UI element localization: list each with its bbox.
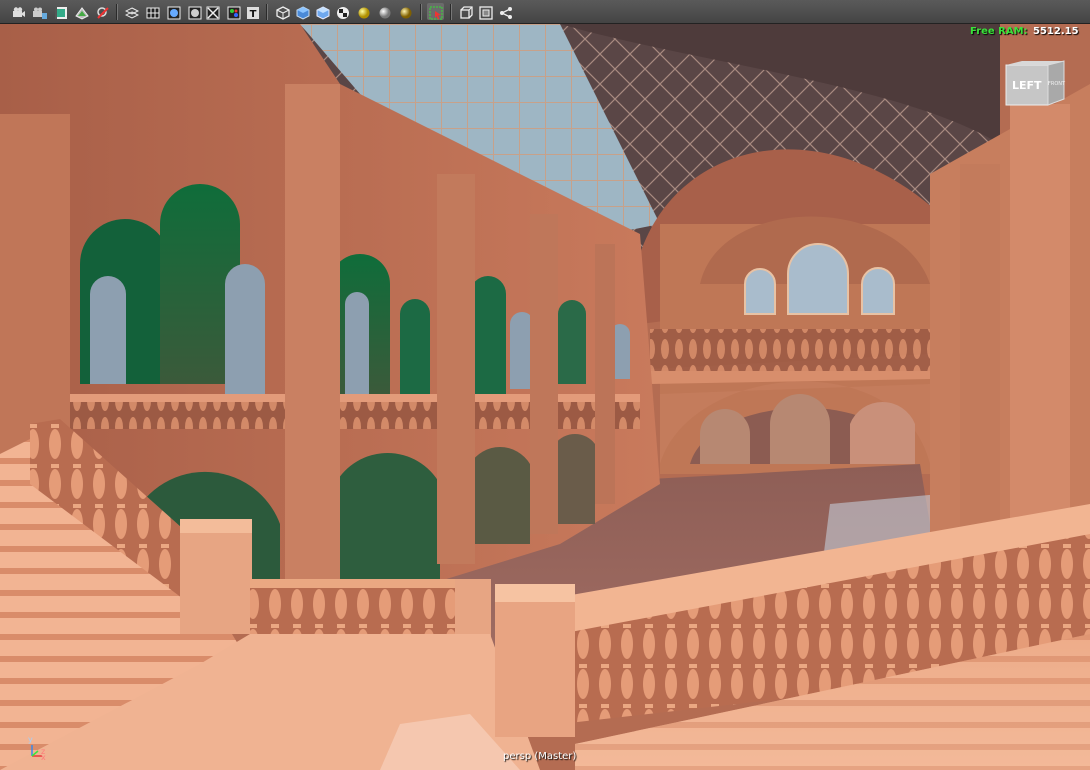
camera-name-label: persp (Master) <box>503 751 577 762</box>
toolbar-separator <box>116 4 118 20</box>
bookmark-camera-icon <box>96 5 110 19</box>
toolbar-separator <box>266 4 268 20</box>
use-lights-button[interactable] <box>225 3 242 20</box>
ambient-occlusion-icon <box>399 5 413 19</box>
wireframe-button[interactable] <box>123 3 140 20</box>
wireframe-on-shaded-icon <box>188 5 202 19</box>
perspective-viewport[interactable]: Free RAM: 5512.15 LEFT FRONT y z x persp… <box>0 24 1090 770</box>
svg-text:T: T <box>249 9 256 20</box>
textured-icon <box>206 5 220 19</box>
bookmark-camera-button[interactable] <box>94 3 111 20</box>
grid-icon <box>146 5 160 19</box>
view-cube-front-face[interactable]: FRONT <box>1048 81 1065 87</box>
grid-button[interactable] <box>144 3 161 20</box>
gate-mask-icon <box>478 5 493 20</box>
render-scene <box>0 24 1090 770</box>
share-icon <box>499 5 513 19</box>
gate-mask-button[interactable] <box>477 3 494 20</box>
camera-attributes-button[interactable] <box>31 3 48 20</box>
viewport-toolbar: T <box>0 0 1090 24</box>
free-ram-label: Free RAM: <box>970 26 1028 37</box>
film-gate-icon <box>54 5 68 19</box>
film-gate-button[interactable] <box>52 3 69 20</box>
text-icon: T <box>246 5 260 20</box>
smooth-shade-button[interactable] <box>294 3 311 20</box>
toolbar-separator <box>450 4 452 20</box>
camera-button[interactable] <box>10 3 27 20</box>
image-plane-icon <box>74 5 89 20</box>
use-lights-icon <box>227 5 241 19</box>
shaded-button[interactable] <box>165 3 182 20</box>
axis-y-label: y <box>28 735 33 744</box>
checker-texture-button[interactable] <box>334 3 351 20</box>
xray-button[interactable] <box>314 3 331 20</box>
cube-view-icon <box>459 5 473 19</box>
shaded-icon <box>167 5 181 19</box>
isolate-select-button[interactable] <box>274 3 291 20</box>
camera-icon <box>12 5 26 19</box>
xray-icon <box>316 5 330 20</box>
wireframe-on-shaded-button[interactable] <box>186 3 203 20</box>
toolbar-separator <box>420 4 422 20</box>
shadows-icon <box>378 5 392 19</box>
default-light-icon <box>357 5 371 19</box>
smooth-shade-icon <box>296 5 310 20</box>
default-light-button[interactable] <box>355 3 372 20</box>
textured-button[interactable] <box>204 3 221 20</box>
cube-view-button[interactable] <box>457 3 474 20</box>
ambient-occlusion-button[interactable] <box>397 3 414 20</box>
image-plane-button[interactable] <box>73 3 90 20</box>
axis-gizmo: y z x <box>28 735 48 762</box>
text-display-button[interactable]: T <box>244 3 261 20</box>
select-camera-icon <box>429 5 443 19</box>
share-button[interactable] <box>497 3 514 20</box>
view-cube-left-face[interactable]: LEFT <box>1012 79 1042 92</box>
axis-x-label: x <box>41 753 46 762</box>
wireframe-icon <box>124 5 139 19</box>
isolate-select-icon <box>275 5 290 20</box>
free-ram-value: 5512.15 <box>1033 26 1079 37</box>
select-camera-button[interactable] <box>427 3 444 20</box>
checker-texture-icon <box>336 5 350 19</box>
camera-attributes-icon <box>32 5 47 19</box>
view-cube[interactable]: LEFT FRONT <box>1004 59 1066 107</box>
shadows-button[interactable] <box>376 3 393 20</box>
